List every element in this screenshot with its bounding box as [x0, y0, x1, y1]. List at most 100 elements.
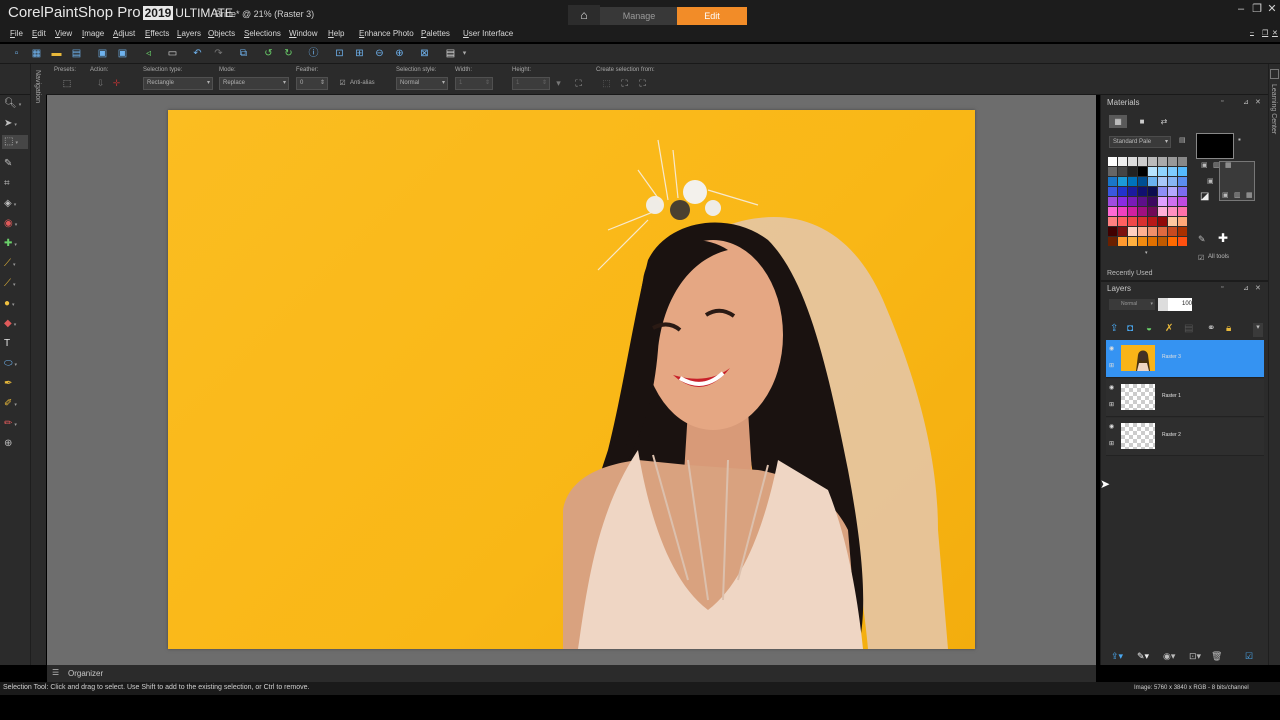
color-swatch[interactable] — [1128, 217, 1137, 226]
rainbow-tab[interactable]: ■ — [1133, 115, 1151, 128]
minimize-button[interactable]: – — [1233, 2, 1249, 16]
color-swatch[interactable] — [1148, 207, 1157, 216]
menu-help[interactable]: Help — [328, 29, 344, 38]
undo-icon[interactable]: ↶ — [191, 47, 204, 60]
chevron-down-icon[interactable]: ▾ — [458, 47, 471, 60]
panel-menu-icon[interactable]: ▫ — [1221, 98, 1223, 105]
color-swatch[interactable] — [1118, 187, 1127, 196]
layers-menu-button[interactable]: ▾ — [1253, 323, 1263, 337]
crop-tool[interactable]: ⌗ — [4, 177, 26, 191]
color-swatch[interactable] — [1168, 237, 1177, 246]
close-button[interactable]: ✕ — [1264, 2, 1280, 16]
color-swatch[interactable] — [1108, 157, 1117, 166]
layer-style-icon[interactable]: ✗ — [1165, 323, 1173, 334]
menu-enhance-photo[interactable]: Enhance Photo — [359, 29, 414, 38]
panel-pin-icon[interactable]: ⊿ — [1243, 98, 1249, 106]
width-field[interactable]: 1 ⇕ — [455, 77, 493, 90]
color-swatch[interactable] — [1168, 177, 1177, 186]
save-icon[interactable]: ▣ — [96, 47, 109, 60]
home-tab[interactable]: ⌂ — [568, 5, 600, 25]
layer-row-raster-1[interactable]: ◉ ⊞ Raster 1 — [1106, 379, 1264, 417]
color-swatch[interactable] — [1158, 237, 1167, 246]
properties-icon[interactable]: ☑ — [1245, 651, 1253, 662]
swap-colors-icon[interactable]: ▪ — [1238, 135, 1241, 144]
chevron-down-icon[interactable]: ▾ — [1145, 250, 1148, 256]
add-tool-button[interactable]: ⊕ — [4, 437, 26, 451]
rotate-left-icon[interactable]: ↺ — [262, 47, 275, 60]
info-icon[interactable]: ⓘ — [307, 47, 320, 60]
color-swatch[interactable] — [1108, 187, 1117, 196]
color-swatch[interactable] — [1148, 187, 1157, 196]
color-swatch[interactable] — [1138, 187, 1147, 196]
color-swatch[interactable] — [1178, 207, 1187, 216]
fg-texture-icon[interactable]: ▣ — [1201, 161, 1208, 169]
color-swatch[interactable] — [1108, 217, 1117, 226]
print-icon[interactable]: ▭ — [166, 47, 179, 60]
visibility-toggle-icon[interactable]: ◉▾ — [1163, 651, 1175, 662]
all-tools-checkbox[interactable]: ☑ — [1198, 254, 1204, 262]
new-file-icon[interactable]: ▫ — [10, 47, 23, 60]
color-swatch[interactable] — [1108, 207, 1117, 216]
brush-mask-icon[interactable]: ✎▾ — [1137, 651, 1149, 662]
red-eye-tool[interactable]: ◉ ▾ — [4, 217, 26, 231]
selection-from-layer-icon[interactable]: ⬚ — [600, 77, 613, 90]
color-swatch[interactable] — [1148, 177, 1157, 186]
zoom-in-icon[interactable]: ⊕ — [393, 47, 406, 60]
blend-mode-select[interactable]: Normal ▾ — [1109, 299, 1155, 310]
color-swatch[interactable] — [1138, 177, 1147, 186]
color-swatch[interactable] — [1168, 207, 1177, 216]
color-swatch[interactable] — [1118, 227, 1127, 236]
color-swatch[interactable] — [1128, 207, 1137, 216]
adjustment-layer-icon[interactable]: ◒ — [1146, 323, 1152, 334]
color-swatch[interactable] — [1178, 227, 1187, 236]
layer-row-raster-2[interactable]: ◉ ⊞ Raster 2 — [1106, 418, 1264, 456]
straighten-tool[interactable]: ◈ ▾ — [4, 197, 26, 211]
opacity-field[interactable]: 100 — [1158, 298, 1192, 311]
color-swatch[interactable] — [1118, 197, 1127, 206]
makeover-tool[interactable]: ✚ ▾ — [4, 237, 26, 251]
color-swatch[interactable] — [1118, 217, 1127, 226]
menu-image[interactable]: Image — [82, 29, 104, 38]
selection-from-canvas-icon[interactable]: ⛶ — [636, 77, 649, 90]
organizer-icon[interactable]: ☰ — [52, 668, 59, 677]
frame-tab[interactable]: ▦ — [1109, 115, 1127, 128]
new-layer-icon[interactable]: ⇪ — [1110, 323, 1118, 334]
flood-fill-tool[interactable]: ◆ ▾ — [4, 317, 26, 331]
custom-selection-icon[interactable]: ⛶ — [572, 77, 585, 90]
selection-style-select[interactable]: Normal ▾ — [396, 77, 448, 90]
rotate-right-icon[interactable]: ↻ — [282, 47, 295, 60]
color-swatch[interactable] — [1178, 157, 1187, 166]
bg-mode-icon[interactable]: ▣ — [1207, 177, 1214, 185]
share-icon[interactable]: ◃ — [142, 47, 155, 60]
color-swatch[interactable] — [1158, 227, 1167, 236]
panel-menu-icon[interactable]: ▫ — [1221, 284, 1223, 291]
new-mask-icon[interactable]: ◘ — [1127, 323, 1133, 334]
palette-select[interactable]: Standard Pale ▾ — [1109, 136, 1171, 148]
color-swatch[interactable] — [1178, 177, 1187, 186]
color-swatch[interactable] — [1138, 207, 1147, 216]
menu-layers[interactable]: Layers — [177, 29, 201, 38]
restore-button[interactable]: ❐ — [1249, 2, 1265, 16]
color-swatch[interactable] — [1118, 237, 1127, 246]
scan-icon[interactable]: ▤ — [70, 47, 83, 60]
color-swatch[interactable] — [1158, 167, 1167, 176]
menu-window[interactable]: Window — [289, 29, 317, 38]
zoom-tool[interactable]: 🔍︎ ▾ — [4, 97, 26, 111]
color-swatch[interactable] — [1108, 177, 1117, 186]
selection-tool[interactable]: ⬚ ▾ — [2, 135, 28, 149]
color-swatch[interactable] — [1128, 187, 1137, 196]
dropper-icon[interactable]: ✎ — [1198, 234, 1206, 245]
arrange-icon[interactable]: ▤ — [444, 47, 457, 60]
close-icon[interactable]: ✕ — [1255, 98, 1261, 106]
layer-lock-icon[interactable]: ⊞ — [1109, 440, 1118, 448]
color-swatch[interactable] — [1148, 197, 1157, 206]
fg-pattern-icon[interactable]: ▦ — [1225, 161, 1232, 169]
foreground-color-swatch[interactable] — [1196, 133, 1234, 159]
new-from-template-icon[interactable]: ▦ — [30, 47, 43, 60]
menu-user-interface[interactable]: User Interface — [463, 29, 513, 38]
image-canvas[interactable] — [168, 110, 975, 649]
color-swatch[interactable] — [1168, 167, 1177, 176]
color-swatch[interactable] — [1128, 237, 1137, 246]
antialias-checkbox[interactable]: ☑ — [336, 77, 349, 90]
art-tool[interactable]: ✐ ▾ — [4, 397, 26, 411]
